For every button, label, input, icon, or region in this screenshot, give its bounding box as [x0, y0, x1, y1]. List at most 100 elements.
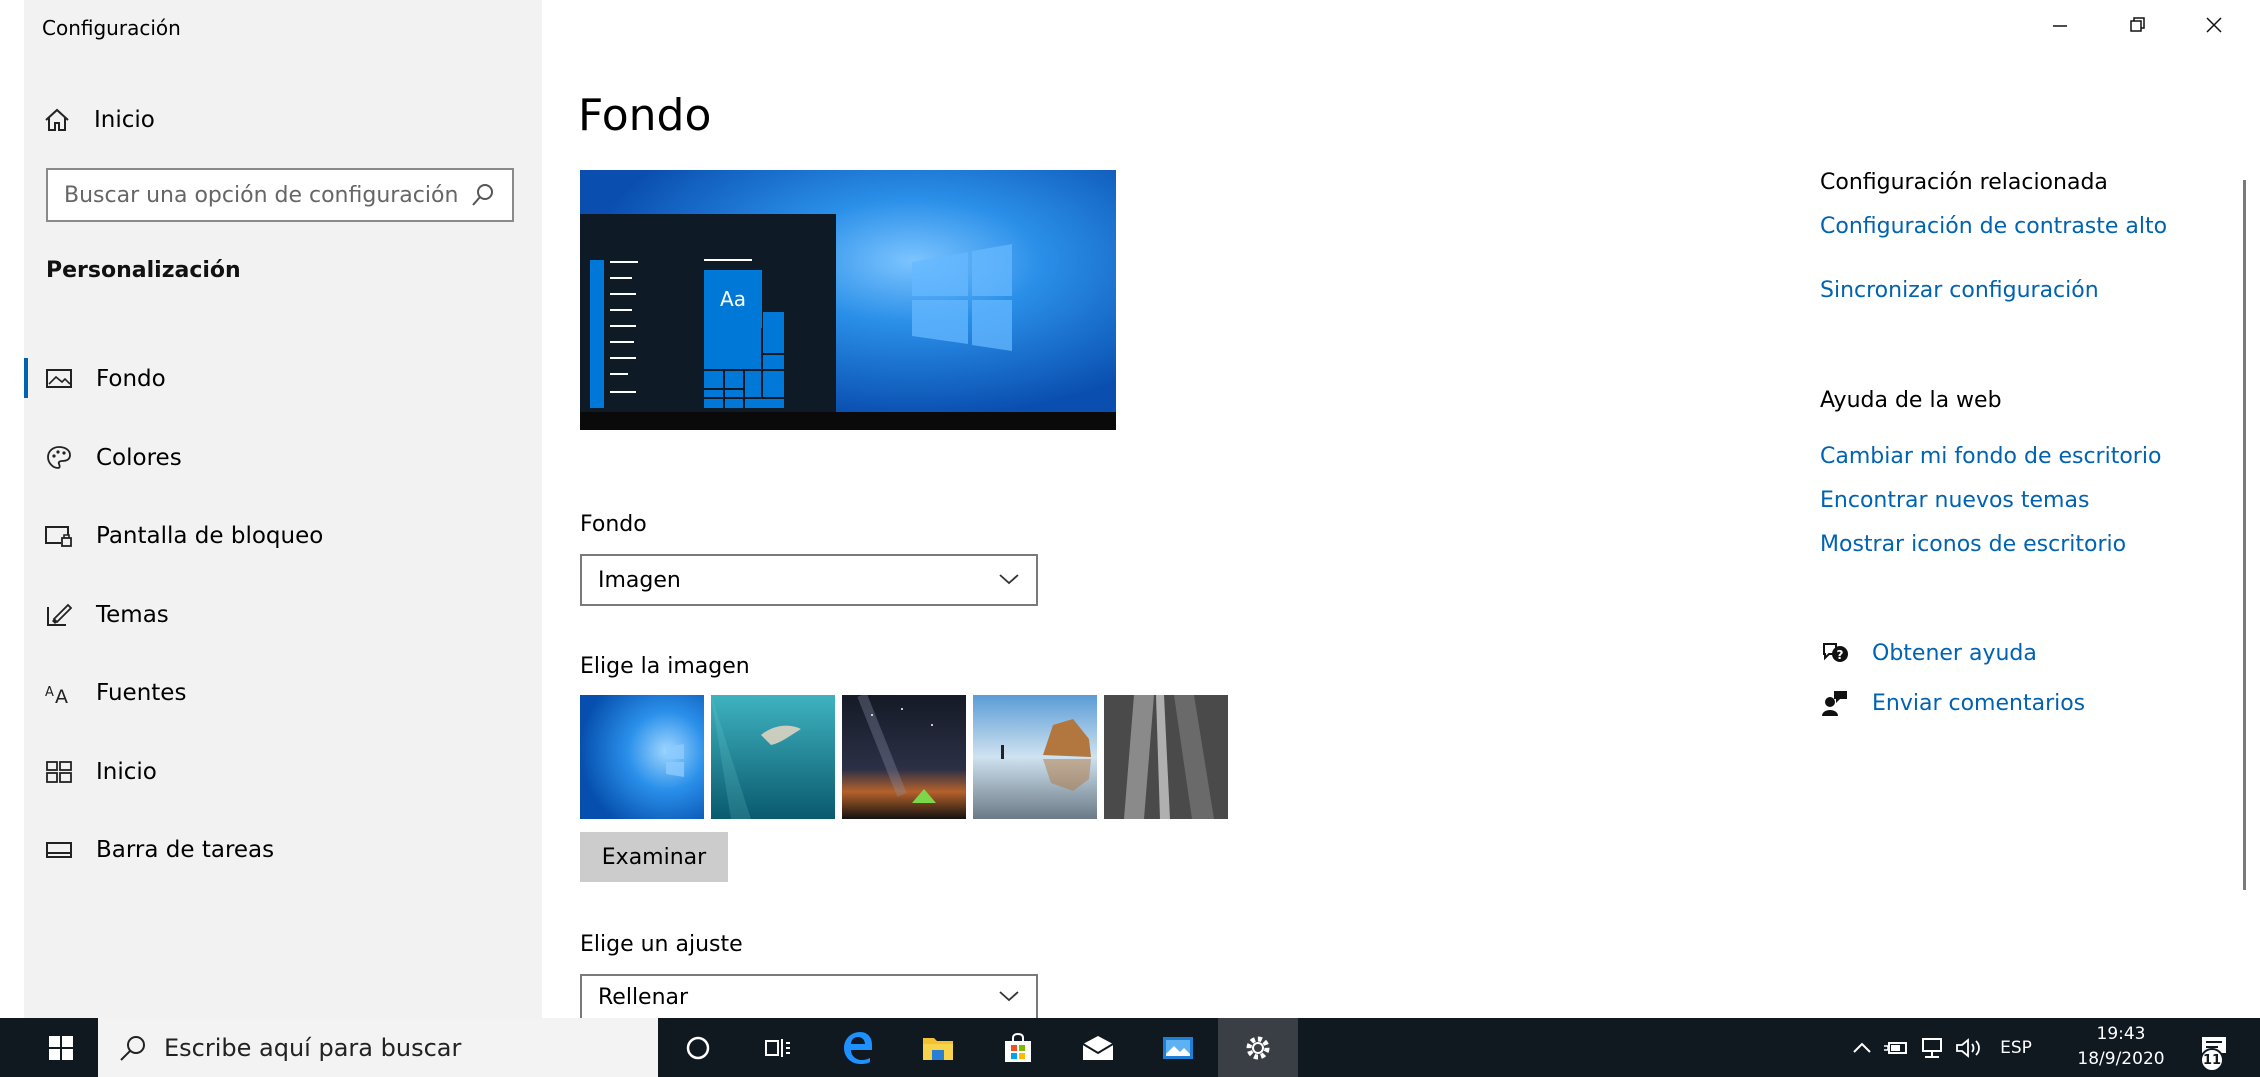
- chevron-down-icon: [998, 988, 1020, 1007]
- sidebar-item-pantalla-bloqueo[interactable]: Pantalla de bloqueo: [24, 497, 542, 576]
- recent-images: [580, 693, 1228, 819]
- thumbnail-underwater-swimmer[interactable]: [711, 695, 835, 819]
- settings-search-box[interactable]: [46, 168, 514, 222]
- settings-taskbar-button[interactable]: [1218, 1018, 1298, 1077]
- settings-search-input[interactable]: [64, 182, 470, 208]
- notification-count-badge: 11: [2200, 1048, 2224, 1072]
- search-icon[interactable]: [470, 182, 496, 208]
- desktop-edge: [0, 0, 24, 1018]
- photos-icon: [1163, 1036, 1193, 1059]
- chevron-up-icon[interactable]: [1846, 1041, 1878, 1055]
- volume-icon[interactable]: [1950, 1037, 1990, 1059]
- background-type-value: Imagen: [598, 567, 681, 593]
- palette-icon: [44, 443, 74, 473]
- home-nav-item[interactable]: Inicio: [42, 100, 155, 140]
- windows-start-icon: [49, 1035, 73, 1060]
- get-help-row[interactable]: ? Obtener ayuda: [1820, 638, 2037, 668]
- desktop-preview: Aa: [580, 170, 1116, 430]
- thumbnail-beach-rocks[interactable]: [973, 695, 1097, 819]
- file-explorer-button[interactable]: [898, 1018, 978, 1077]
- home-nav-label: Inicio: [94, 107, 155, 133]
- clock-time: 19:43: [2096, 1024, 2146, 1044]
- send-feedback-link[interactable]: Enviar comentarios: [1872, 691, 2085, 716]
- minimize-button[interactable]: [2030, 8, 2090, 42]
- store-bag-icon: [1005, 1032, 1031, 1062]
- desktop-icons-link[interactable]: Mostrar iconos de escritorio: [1820, 532, 2126, 557]
- taskbar-icon: [44, 835, 74, 865]
- photos-button[interactable]: [1138, 1018, 1218, 1077]
- system-tray: ESP: [1846, 1018, 2042, 1077]
- close-button[interactable]: [2184, 8, 2244, 42]
- feedback-row[interactable]: Enviar comentarios: [1820, 688, 2085, 718]
- background-type-label: Fondo: [580, 512, 647, 537]
- taskbar-clock[interactable]: 19:43 18/9/2020: [2066, 1022, 2176, 1072]
- page-title: Fondo: [578, 90, 712, 141]
- taskbar: ESP 19:43 18/9/2020 11: [0, 1018, 2260, 1077]
- sidebar-item-label: Inicio: [96, 758, 157, 785]
- store-button[interactable]: [978, 1018, 1058, 1077]
- restore-button[interactable]: [2108, 8, 2168, 42]
- preview-sample-tile: Aa: [704, 270, 762, 328]
- edge-button[interactable]: [818, 1018, 898, 1077]
- sync-settings-link[interactable]: Sincronizar configuración: [1820, 278, 2099, 303]
- sidebar-item-inicio[interactable]: Inicio: [24, 733, 542, 812]
- thumbnail-night-sky-tent[interactable]: [842, 693, 966, 819]
- sidebar-item-label: Pantalla de bloqueo: [96, 523, 324, 550]
- related-settings-heading: Configuración relacionada: [1820, 170, 2108, 195]
- task-view-button[interactable]: [738, 1018, 818, 1077]
- svg-text:A: A: [45, 685, 54, 700]
- feedback-person-icon: [1820, 688, 1850, 718]
- taskbar-search-box[interactable]: [98, 1018, 658, 1077]
- minimize-icon: [2053, 25, 2067, 27]
- network-icon[interactable]: [1914, 1037, 1950, 1059]
- picture-icon: [44, 364, 74, 394]
- personalization-nav-list: Fondo Colores Pantalla de bloqueo Temas: [24, 340, 542, 890]
- cortana-icon: [686, 1036, 710, 1059]
- browse-button[interactable]: Examinar: [580, 832, 728, 882]
- sidebar-item-barra-tareas[interactable]: Barra de tareas: [24, 811, 542, 890]
- sidebar-item-temas[interactable]: Temas: [24, 576, 542, 655]
- thumbnail-windows-blue[interactable]: [580, 695, 704, 819]
- thumbnail-rock-cliff[interactable]: [1104, 695, 1228, 819]
- font-icon: AA: [44, 678, 74, 708]
- app-title: Configuración: [42, 16, 181, 40]
- input-language[interactable]: ESP: [1990, 1038, 2042, 1058]
- preview-taskbar: [580, 412, 1116, 430]
- edge-icon: [844, 1031, 872, 1064]
- mail-icon: [1082, 1035, 1114, 1060]
- folder-icon: [923, 1037, 953, 1060]
- taskbar-search-input[interactable]: [164, 1033, 644, 1062]
- start-tiles-icon: [44, 757, 74, 787]
- sidebar-item-label: Colores: [96, 444, 182, 471]
- lock-screen-icon: [44, 521, 74, 551]
- mail-button[interactable]: [1058, 1018, 1138, 1077]
- close-icon: [2206, 17, 2222, 33]
- get-help-link[interactable]: Obtener ayuda: [1872, 641, 2037, 666]
- home-icon: [42, 105, 72, 135]
- sidebar-item-fondo[interactable]: Fondo: [24, 340, 542, 419]
- background-type-dropdown[interactable]: Imagen: [580, 554, 1038, 606]
- chevron-down-icon: [998, 571, 1020, 590]
- web-help-heading: Ayuda de la web: [1820, 388, 2002, 413]
- find-themes-link[interactable]: Encontrar nuevos temas: [1820, 488, 2089, 513]
- sidebar-item-label: Fondo: [96, 366, 166, 393]
- fit-dropdown[interactable]: Rellenar: [580, 974, 1038, 1018]
- task-view-icon: [765, 1038, 790, 1057]
- screen: Configuración Inicio Personalización Fon…: [0, 0, 2260, 1077]
- sidebar-item-label: Temas: [96, 601, 169, 628]
- clock-date: 18/9/2020: [2077, 1049, 2165, 1069]
- battery-icon[interactable]: [1878, 1039, 1914, 1057]
- sidebar-item-colores[interactable]: Colores: [24, 419, 542, 498]
- search-icon: [118, 1033, 148, 1063]
- brush-icon: [44, 600, 74, 630]
- high-contrast-link[interactable]: Configuración de contraste alto: [1820, 214, 2167, 239]
- sidebar-item-label: Barra de tareas: [96, 837, 275, 864]
- fit-value: Rellenar: [598, 984, 689, 1010]
- choose-image-label: Elige la imagen: [580, 654, 750, 679]
- start-button[interactable]: [24, 1018, 98, 1077]
- vertical-scrollbar[interactable]: [2243, 180, 2246, 890]
- change-wallpaper-link[interactable]: Cambiar mi fondo de escritorio: [1820, 444, 2161, 469]
- sidebar-item-fuentes[interactable]: AA Fuentes: [24, 654, 542, 733]
- cortana-button[interactable]: [658, 1018, 738, 1077]
- svg-text:?: ?: [1837, 648, 1844, 662]
